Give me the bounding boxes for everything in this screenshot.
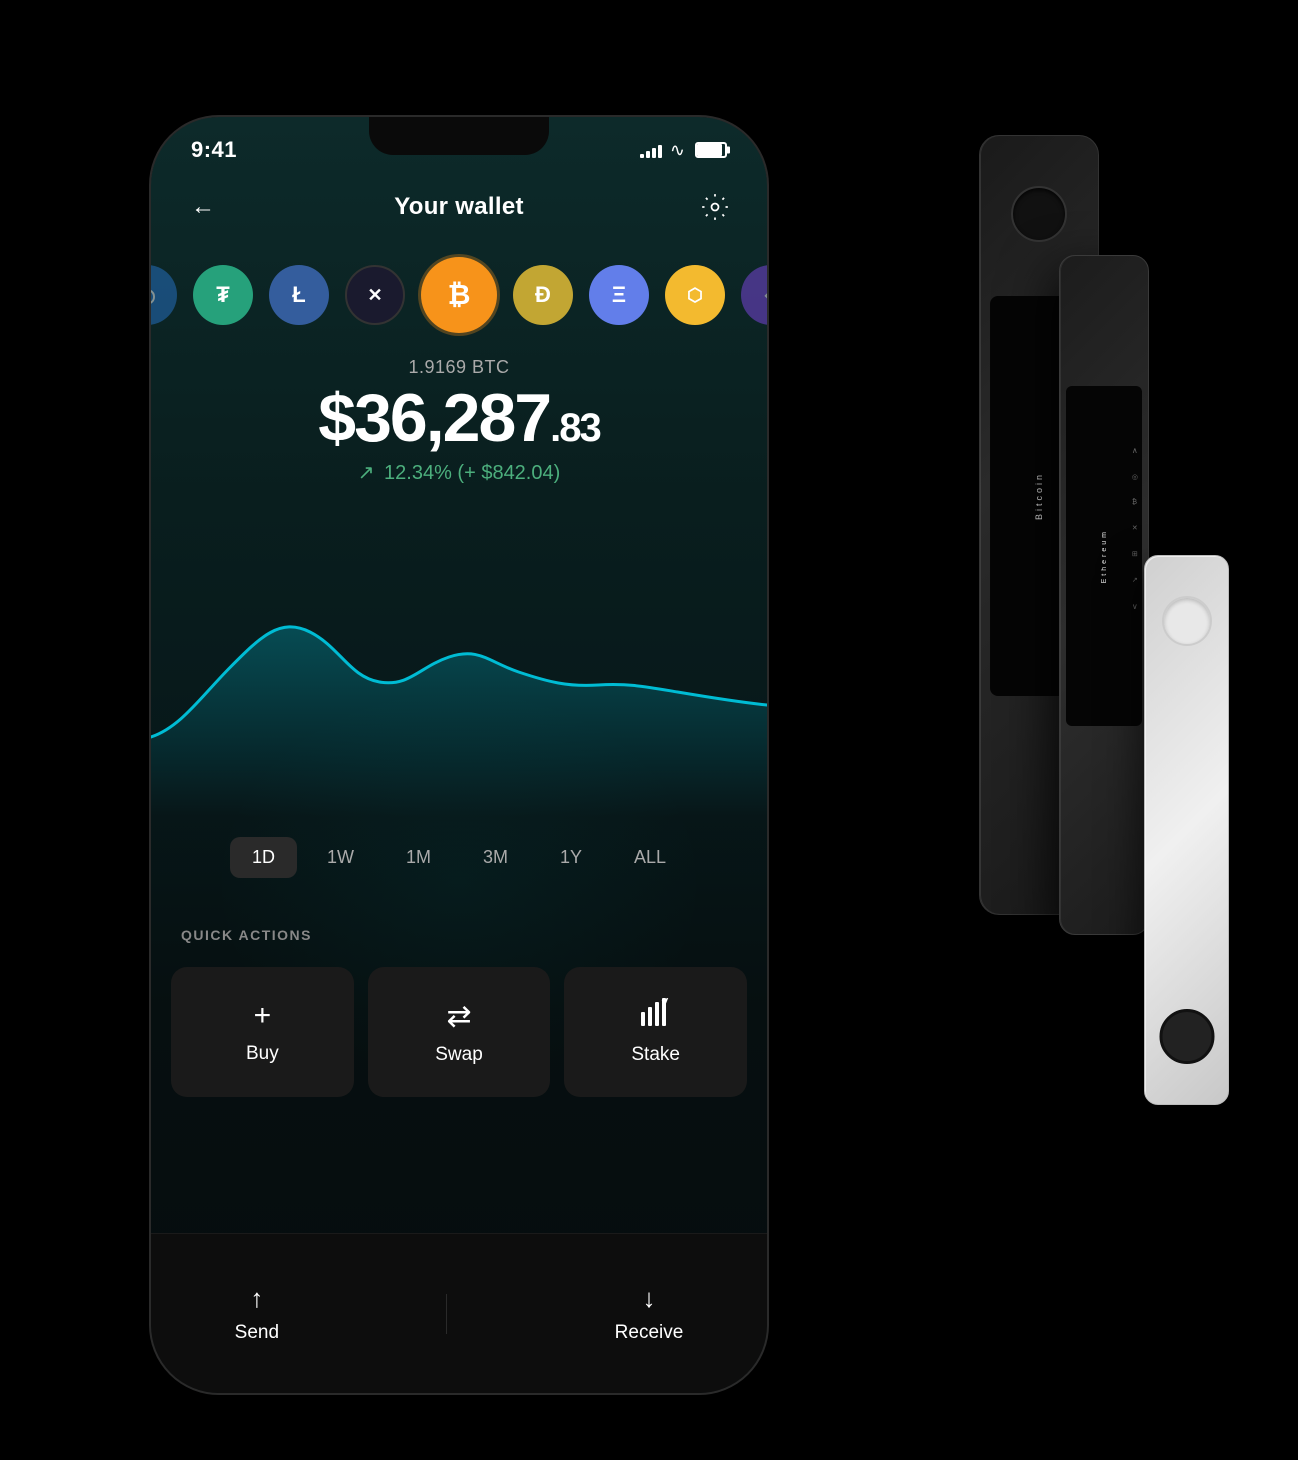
crypto-icon-eth[interactable]: Ξ bbox=[589, 265, 649, 325]
ledger-tall-button[interactable] bbox=[1011, 186, 1067, 242]
crypto-icon-xrp[interactable]: ✕ bbox=[345, 265, 405, 325]
time-filter-1w[interactable]: 1W bbox=[305, 837, 376, 878]
signal-icon bbox=[640, 142, 662, 158]
quick-actions-label: QUICK ACTIONS bbox=[181, 927, 312, 943]
balance-change: ↗ 12.34% (+ $842.04) bbox=[151, 460, 767, 485]
swap-button[interactable]: ⇄ Swap bbox=[368, 967, 551, 1097]
time-filter-1m[interactable]: 1M bbox=[384, 837, 453, 878]
chart-svg bbox=[151, 537, 767, 817]
ledger-bitcoin-label: Bitcoin bbox=[1034, 472, 1044, 520]
time-filter-all[interactable]: ALL bbox=[612, 837, 688, 878]
swap-label: Swap bbox=[435, 1044, 483, 1066]
ledger-nano-black-device: Ethereum ∧ ◎ ₿ ✕ ⊞ ↗ ∨ bbox=[1059, 255, 1149, 935]
send-up-icon: ↑ bbox=[250, 1283, 263, 1314]
btc-amount: 1.9169 BTC bbox=[151, 357, 767, 378]
header: ← Your wallet bbox=[181, 185, 737, 229]
price-chart bbox=[151, 537, 767, 817]
send-button[interactable]: ↑ Send bbox=[235, 1283, 279, 1344]
time-filter-1y[interactable]: 1Y bbox=[538, 837, 604, 878]
time-filter-1d[interactable]: 1D bbox=[230, 837, 297, 878]
crypto-icon-bnb[interactable]: ⬡ bbox=[665, 265, 725, 325]
ledger-nano-menu: ∧ ◎ ₿ ✕ ⊞ ↗ ∨ bbox=[1132, 446, 1138, 611]
phone-screen: 9:41 ∿ ← bbox=[151, 117, 767, 1393]
ledger-ethereum-label: Ethereum bbox=[1101, 529, 1108, 583]
trend-up-icon: ↗ bbox=[358, 460, 375, 485]
stake-button[interactable]: Stake bbox=[564, 967, 747, 1097]
battery-icon bbox=[695, 142, 727, 158]
gear-icon bbox=[701, 193, 729, 221]
usd-balance: $36,287.83 bbox=[151, 384, 767, 452]
send-label: Send bbox=[235, 1322, 279, 1344]
page-title: Your wallet bbox=[394, 193, 524, 221]
ledger-nano-white-connector bbox=[1159, 1009, 1214, 1064]
swap-icon: ⇄ bbox=[446, 999, 471, 1034]
crypto-icon-usdt[interactable]: ₮ bbox=[193, 265, 253, 325]
bottom-bar: ↑ Send ↓ Receive bbox=[151, 1233, 767, 1393]
stake-label: Stake bbox=[631, 1044, 680, 1066]
phone: 9:41 ∿ ← bbox=[149, 115, 769, 1395]
settings-button[interactable] bbox=[693, 185, 737, 229]
receive-label: Receive bbox=[615, 1322, 684, 1344]
scene: 9:41 ∿ ← bbox=[99, 55, 1199, 1405]
quick-actions-row: + Buy ⇄ Swap bbox=[171, 967, 747, 1097]
status-icons: ∿ bbox=[640, 140, 727, 161]
divider bbox=[446, 1294, 447, 1334]
plus-icon: + bbox=[254, 999, 272, 1033]
balance-section: 1.9169 BTC $36,287.83 ↗ 12.34% (+ $842.0… bbox=[151, 357, 767, 485]
buy-label: Buy bbox=[246, 1043, 279, 1065]
time-filter-3m[interactable]: 3M bbox=[461, 837, 530, 878]
crypto-icon-ltc[interactable]: Ł bbox=[269, 265, 329, 325]
ledger-nano-white-device bbox=[1144, 555, 1229, 1105]
buy-button[interactable]: + Buy bbox=[171, 967, 354, 1097]
crypto-icon-btc[interactable]: ₿ bbox=[421, 257, 497, 333]
ledger-nano-black-screen: Ethereum bbox=[1066, 386, 1142, 726]
stake-icon bbox=[641, 998, 671, 1034]
status-bar: 9:41 ∿ bbox=[191, 135, 727, 165]
crypto-row: ◎ ₮ Ł ✕ ₿ Ð Ξ ⬡ ◈ bbox=[151, 257, 767, 333]
wifi-icon: ∿ bbox=[670, 140, 685, 161]
time-filters: 1D 1W 1M 3M 1Y ALL bbox=[181, 837, 737, 878]
crypto-icon-partial-left[interactable]: ◎ bbox=[151, 265, 177, 325]
status-time: 9:41 bbox=[191, 137, 237, 163]
receive-down-icon: ↓ bbox=[642, 1283, 655, 1314]
ledger-nano-white-button[interactable] bbox=[1162, 596, 1212, 646]
back-button[interactable]: ← bbox=[181, 185, 225, 229]
receive-button[interactable]: ↓ Receive bbox=[615, 1283, 684, 1344]
crypto-icon-partial-right[interactable]: ◈ bbox=[741, 265, 767, 325]
crypto-icon-doge[interactable]: Ð bbox=[513, 265, 573, 325]
